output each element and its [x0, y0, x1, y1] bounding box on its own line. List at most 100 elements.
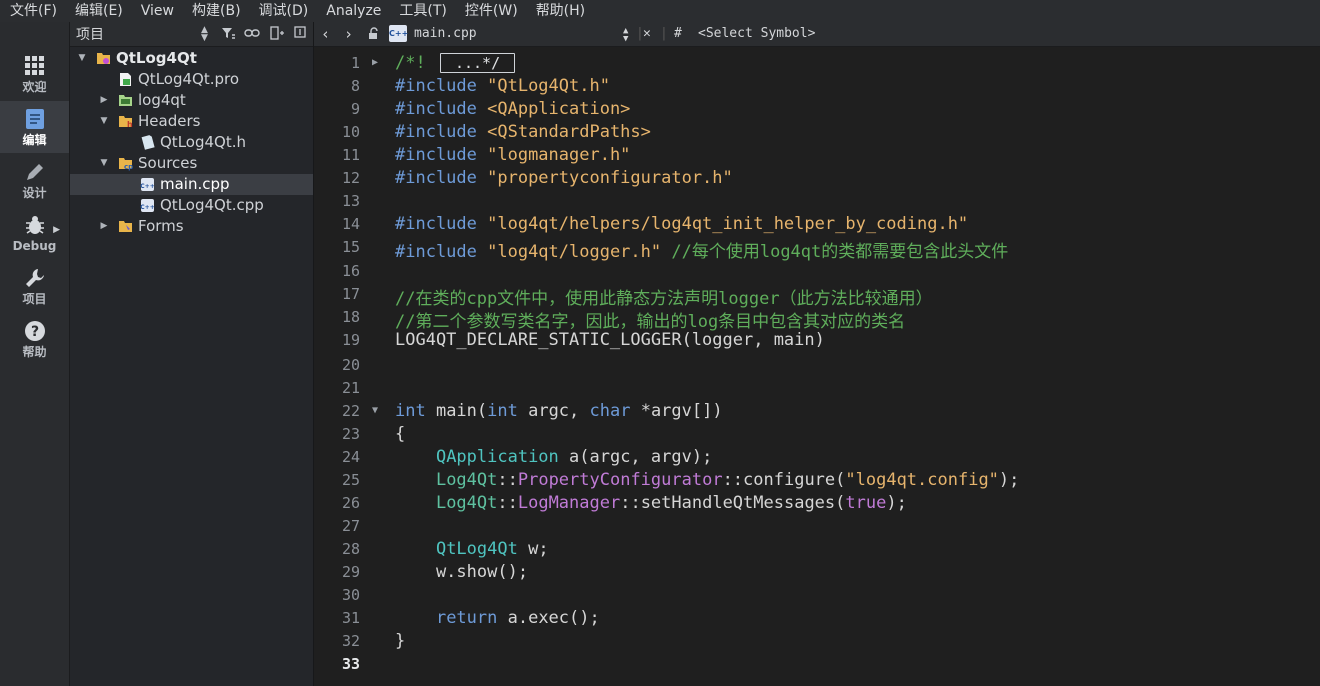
mode-wrench[interactable]: 项目: [0, 260, 69, 312]
forward-icon[interactable]: ›: [344, 22, 353, 46]
toolbar-separator: |: [660, 26, 668, 41]
tree-item[interactable]: C++ main.cpp: [70, 174, 313, 195]
combo-updown-icon[interactable]: ▲ ▼: [623, 27, 628, 44]
collapse-arrow-icon[interactable]: ▼: [98, 111, 110, 132]
link-icon[interactable]: [244, 26, 260, 42]
tree-item[interactable]: ▼ h Headers: [70, 111, 313, 132]
menu-item[interactable]: 帮助(H): [526, 0, 593, 22]
code-token: ::: [497, 470, 518, 490]
code-token: "log4qt/helpers/log4qt_init_helper_by_co…: [487, 214, 969, 234]
code-token: //在类的cpp文件中，使用此静态方法声明logger（此方法比较通用）: [395, 289, 933, 309]
tree-item[interactable]: ▼ QtLog4Qt: [70, 48, 313, 69]
mode-label: 项目: [22, 291, 47, 306]
expand-arrow-icon[interactable]: ▶: [98, 90, 110, 111]
line-number: 22: [341, 402, 360, 420]
mode-pencil[interactable]: 设计: [0, 154, 69, 206]
mode-label: Debug: [12, 238, 57, 253]
cpp-file-icon: C++: [140, 198, 155, 213]
tree-item[interactable]: ▶ log4qt: [70, 90, 313, 111]
menu-item[interactable]: 工具(T): [389, 0, 454, 22]
line-number: 8: [350, 77, 360, 95]
filter-icon[interactable]: [220, 26, 236, 42]
code-token: QtLog4Qt: [435, 539, 518, 559]
split-icon[interactable]: [269, 26, 285, 42]
expand-arrow-icon[interactable]: ▶: [98, 216, 110, 237]
tree-item-label: Sources: [138, 154, 198, 172]
mode-label: 帮助: [22, 344, 47, 359]
menu-item[interactable]: View: [131, 0, 182, 22]
line-number: 9: [350, 100, 360, 118]
code-token: <QApplication>: [487, 99, 631, 119]
menu-item[interactable]: 构建(B): [182, 0, 249, 22]
code-editor[interactable]: 1 ▶ /*! ...*/ 8 #include "QtLog4Qt.h" 9 #inclu…: [314, 47, 1320, 686]
mode-grid[interactable]: 欢迎: [0, 48, 69, 100]
collapse-arrow-icon[interactable]: ▼: [98, 153, 110, 174]
code-token: #include: [395, 76, 488, 96]
close-document-icon[interactable]: ✕: [643, 22, 651, 46]
project-pane-toolbar: 项目 ▲ ▼: [70, 22, 313, 47]
tree-item[interactable]: QtLog4Qt.h: [70, 132, 313, 153]
code-token: w;: [517, 539, 549, 559]
collapse-arrow-icon[interactable]: ▼: [76, 48, 88, 69]
line-number: 25: [341, 471, 360, 489]
tree-item[interactable]: ▶ Forms: [70, 216, 313, 237]
code-token: argc,: [517, 401, 590, 421]
code-line: //第二个参数写类名字，因此，输出的log条目中包含其对应的类名: [395, 307, 905, 332]
line-number: 20: [341, 356, 360, 374]
mode-label: 欢迎: [22, 79, 47, 94]
code-token: {: [395, 424, 406, 444]
line-number: 1: [350, 54, 360, 72]
expand-fold-icon[interactable]: ▶: [372, 57, 378, 68]
code-line: #include "propertyconfigurator.h": [395, 168, 733, 188]
menu-item[interactable]: 文件(F): [0, 0, 65, 22]
line-number: 28: [341, 540, 360, 558]
back-icon[interactable]: ‹: [321, 22, 330, 46]
code-token: QApplication: [435, 447, 559, 467]
menu-item[interactable]: 调试(D): [249, 0, 317, 22]
code-token: #include: [395, 168, 488, 188]
code-token: *argv[]): [630, 401, 723, 421]
line-number: 15: [341, 238, 360, 256]
code-line: #include <QApplication>: [395, 99, 630, 119]
tree-item[interactable]: C++ QtLog4Qt.cpp: [70, 195, 313, 216]
svg-text:C++: C++: [140, 183, 154, 190]
tree-item-label: main.cpp: [160, 175, 230, 193]
code-token: #include: [395, 122, 488, 142]
code-line: QApplication a(argc, argv);: [395, 447, 712, 467]
menu-item[interactable]: 编辑(E): [65, 0, 131, 22]
line-number: 10: [341, 123, 360, 141]
expand-arrow-icon[interactable]: ▶: [53, 225, 60, 235]
tree-item-label: Headers: [138, 112, 201, 130]
code-line: #include "log4qt/helpers/log4qt_init_hel…: [395, 214, 968, 234]
tree-item[interactable]: ▼ cpp Sources: [70, 153, 313, 174]
bug-icon: [24, 214, 46, 236]
tree-item-label: QtLog4Qt.h: [160, 133, 246, 151]
code-token: LOG4QT_DECLARE_STATIC_LOGGER(logger, mai…: [395, 330, 825, 350]
mode-document[interactable]: 编辑: [0, 101, 69, 153]
collapse-fold-icon[interactable]: ▼: [372, 405, 378, 416]
close-pane-icon[interactable]: [292, 26, 308, 42]
symbol-combo[interactable]: <Select Symbol>: [698, 22, 815, 46]
code-token: true: [845, 493, 887, 513]
folded-block-marker[interactable]: ...*/: [439, 53, 516, 73]
combo-updown-icon[interactable]: ▲ ▼: [201, 26, 208, 43]
menu-item[interactable]: Analyze: [316, 0, 389, 22]
line-number: 16: [341, 262, 360, 280]
line-number: 23: [341, 425, 360, 443]
header-file-icon: [140, 135, 155, 150]
open-document-combo[interactable]: main.cpp: [414, 22, 477, 46]
line-number: 12: [341, 169, 360, 187]
lock-icon[interactable]: [368, 27, 380, 44]
mode-bug[interactable]: Debug ▶: [0, 207, 69, 259]
mode-help[interactable]: ? 帮助: [0, 313, 69, 365]
code-token: #include: [395, 242, 488, 262]
project-view-combo[interactable]: 项目: [70, 24, 196, 44]
menu-item[interactable]: 控件(W): [455, 0, 526, 22]
code-token: "logmanager.h": [487, 145, 631, 165]
tree-item[interactable]: QtLog4Qt.pro: [70, 69, 313, 90]
hash-label: #: [674, 26, 682, 41]
code-token: //每个使用log4qt的类都需要包含此头文件: [671, 242, 1009, 262]
